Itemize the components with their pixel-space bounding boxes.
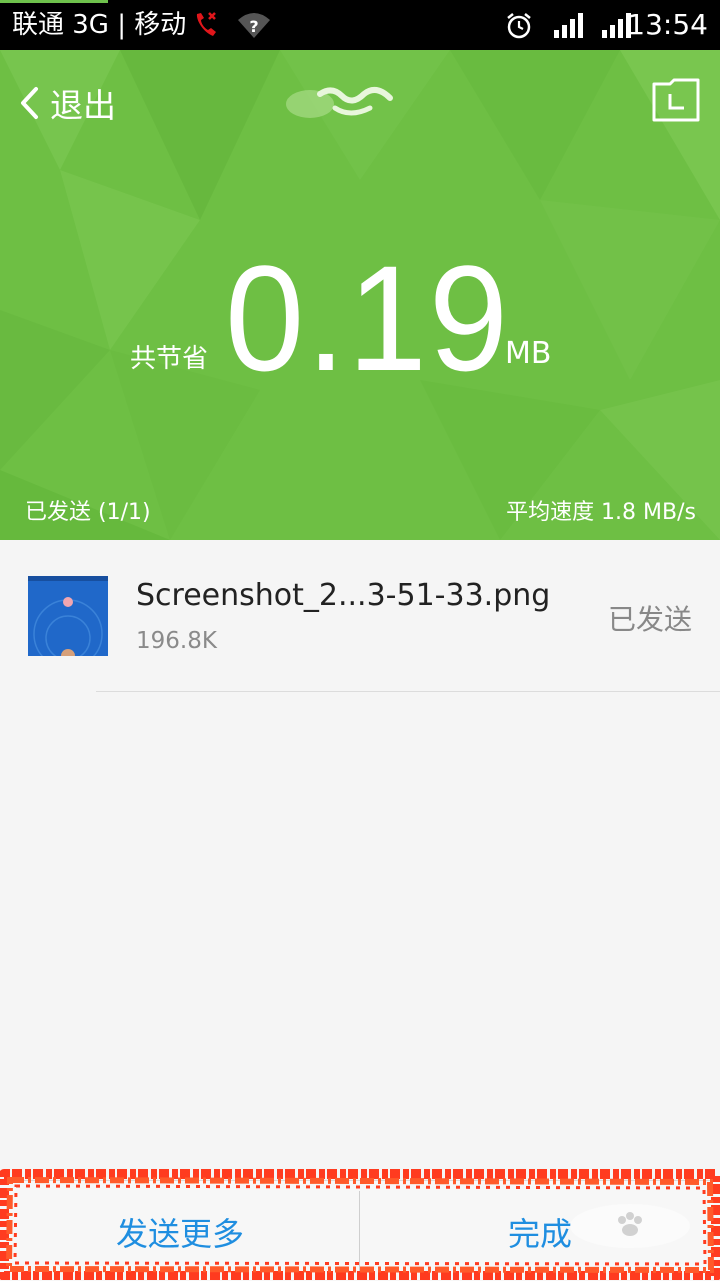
baidu-watermark xyxy=(570,1204,690,1248)
file-size: 196.8K xyxy=(136,628,217,654)
list-item[interactable]: Screenshot_2...3-51-33.png 196.8K 已发送 xyxy=(0,540,720,692)
sent-count: 已发送 (1/1) xyxy=(25,500,151,525)
svg-text:?: ? xyxy=(249,17,258,36)
status-bar: 联通 3G | 移动 ? 13:54 xyxy=(0,0,720,50)
app-logo xyxy=(286,86,393,118)
saved-unit: MB xyxy=(505,336,552,371)
alarm-icon xyxy=(507,13,531,39)
carrier-label: 联通 3G | 移动 xyxy=(12,10,187,40)
back-button-label: 退出 xyxy=(50,86,116,125)
file-name: Screenshot_2...3-51-33.png xyxy=(136,578,551,613)
send-more-button[interactable]: 发送更多 xyxy=(116,1209,244,1255)
list-divider xyxy=(96,691,720,692)
transfer-summary-header: 退出 共节省 0.19 MB 已发送 (1/1) 平均速度 1.8 MB/s xyxy=(0,50,720,540)
saved-label: 共节省 xyxy=(130,344,209,374)
back-button[interactable]: 退出 xyxy=(18,78,116,128)
clock: 13:54 xyxy=(627,8,708,41)
wifi-unknown-icon: ? xyxy=(238,13,270,38)
status-progress-line xyxy=(0,0,108,3)
signal-icon xyxy=(554,13,583,38)
average-speed: 平均速度 1.8 MB/s xyxy=(506,500,696,525)
saved-value: 0.19 xyxy=(225,234,510,402)
folder-icon[interactable] xyxy=(650,76,702,124)
chevron-left-icon xyxy=(21,87,38,119)
call-icon xyxy=(196,12,216,36)
file-thumbnail xyxy=(28,576,108,656)
file-status: 已发送 xyxy=(607,603,692,636)
button-separator xyxy=(359,1191,360,1271)
